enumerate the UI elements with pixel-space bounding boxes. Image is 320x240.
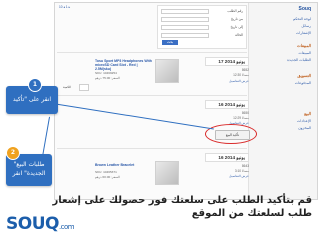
souq-seller-orders-screenshot: 10 ◂ 1 ▸ Souq لوحة التحكم رسائل الإشعارا… [54,2,318,200]
product-thumbnail[interactable] [155,59,179,83]
filter-label: إلى تاريخ [230,25,244,29]
divider [57,52,247,53]
order-number: 8643 [241,164,249,168]
order-id-field[interactable] [161,9,209,14]
seller-sidebar: Souq لوحة التحكم رسائل الإشعارات المبيعا… [248,3,317,199]
product-thumbnail[interactable] [155,161,179,185]
order-date: 16 يونيو 2014 [218,155,245,160]
sidebar-link-dashboard[interactable]: لوحة التحكم [293,17,311,21]
order-date-header: 16 يونيو 2014 [205,153,249,162]
filter-label: رقم الطلب [227,9,243,13]
product-price: السعر: 60.00 درهم [95,175,120,179]
sidebar-link-settings[interactable]: الإعدادات [297,119,311,123]
pagination[interactable]: 10 ◂ 1 ▸ [59,5,70,9]
date-to-field[interactable] [161,25,209,30]
product-price: السعر: 75.00 درهم [95,76,120,80]
order-details-link[interactable]: عرض التفاصيل [205,174,249,178]
sidebar-logo: Souq [298,6,312,12]
order-time: 12:29 مساءً [233,116,249,120]
callout-1-text: انقر على "تأكيد البيع" [12,96,52,131]
souq-logo: SOUQ.com [6,214,75,234]
callout-1-badge: 1 [28,78,42,92]
order-date-header: 16 يونيو 2014 [205,100,249,109]
product-sku: SKU: 10465371 [95,170,117,174]
order-number: 8650 [241,111,249,115]
product-title[interactable]: Brown Leather Bracelet [95,163,153,167]
order-date-header: 17 يونيو 2014 [205,57,249,66]
divider [57,95,247,96]
order-date: 17 يونيو 2014 [218,59,245,64]
filter-label: الحالة [234,33,243,37]
qty-input[interactable] [79,84,89,91]
date-from-field[interactable] [161,17,209,22]
order-time: 12:30 مساءً [233,73,249,77]
highlight-ring [205,124,257,144]
sidebar-link-payments[interactable]: المدفوعات [295,81,311,85]
order-filter-panel: رقم الطلب من تاريخ إلى تاريخ الحالة بحث [157,5,247,49]
brand-name: SOUQ [6,214,59,234]
filter-label: من تاريخ [230,17,243,21]
order-date: 16 يونيو 2014 [218,102,245,107]
search-button[interactable]: بحث [162,40,178,45]
sidebar-section-selling: البيع [304,111,311,116]
sidebar-link-inventory[interactable]: المخزون [298,126,311,130]
brand-suffix: .com [58,223,75,231]
order-number: 8652 [241,68,249,72]
status-select[interactable] [161,33,209,38]
product-sku: SKU: 10469254 [95,71,117,75]
sidebar-link-sales[interactable]: المبيعات [298,51,311,55]
callout-2-badge: 2 [6,146,20,160]
qty-label: الكمية [63,85,72,89]
divider [57,148,247,149]
order-details-link[interactable]: عرض التفاصيل [205,79,249,83]
sidebar-section-marketing: التسويق [297,73,311,78]
sidebar-section-sales: المبيعات [297,43,311,48]
sidebar-link-messages[interactable]: رسائل [301,24,311,28]
sidebar-link-new-orders[interactable]: الطلبات الجديدة [287,58,311,62]
order-time: 3:10 مساءً [234,169,249,173]
product-title[interactable]: Tosu Sport MP3 Headphones With microSD C… [95,59,153,71]
sidebar-link-notifications[interactable]: الإشعارات [296,31,311,35]
callout-2-text: "طلبات البيع الجديدة" انقر [12,161,46,177]
